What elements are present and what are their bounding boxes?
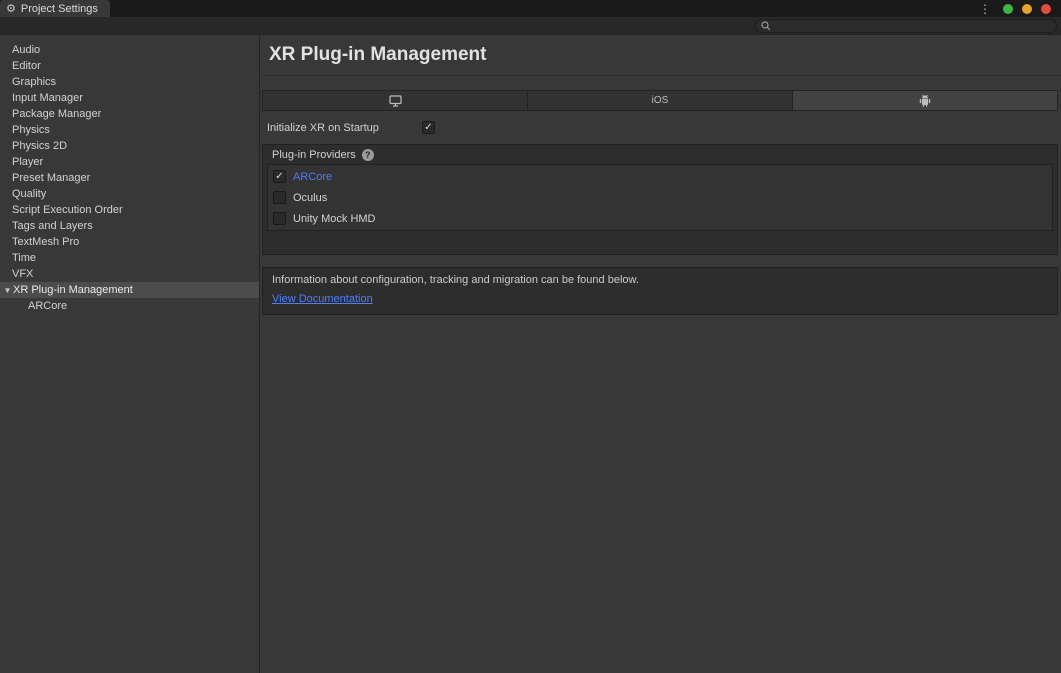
settings-category-list: Audio Editor Graphics Input Manager Pack… [0, 35, 260, 673]
project-settings-window: ⚙ Project Settings ⋮ Audio Editor Graphi… [0, 0, 1061, 673]
initialize-xr-label: Initialize XR on Startup [267, 122, 422, 134]
sidebar-item-graphics[interactable]: Graphics [0, 74, 259, 90]
oculus-checkbox[interactable] [273, 191, 286, 204]
provider-row-oculus[interactable]: Oculus [268, 187, 1052, 208]
sidebar-item-label: XR Plug-in Management [13, 284, 133, 296]
gear-icon: ⚙ [6, 2, 16, 15]
sidebar-item-xr-plug-in-management[interactable]: ▼ XR Plug-in Management [0, 282, 259, 298]
main-header: XR Plug-in Management [260, 35, 1061, 76]
search-icon [761, 21, 771, 31]
window-controls: ⋮ [979, 0, 1061, 17]
page-title: XR Plug-in Management [269, 44, 1061, 66]
sidebar-item-textmesh-pro[interactable]: TextMesh Pro [0, 234, 259, 250]
provider-label-oculus: Oculus [293, 192, 327, 204]
sidebar-item-physics[interactable]: Physics [0, 122, 259, 138]
window-button-yellow[interactable] [1022, 4, 1032, 14]
check-icon: ✓ [424, 123, 432, 133]
sidebar-item-vfx[interactable]: VFX [0, 266, 259, 282]
tab-standalone[interactable] [263, 91, 528, 110]
sidebar-item-preset-manager[interactable]: Preset Manager [0, 170, 259, 186]
platform-tabbar: iOS [262, 90, 1058, 111]
window-title: Project Settings [21, 3, 98, 15]
project-settings-tab[interactable]: ⚙ Project Settings [0, 0, 110, 17]
sidebar-item-player[interactable]: Player [0, 154, 259, 170]
initialize-xr-row: Initialize XR on Startup ✓ [267, 121, 1061, 134]
sidebar-item-script-execution-order[interactable]: Script Execution Order [0, 202, 259, 218]
plug-in-providers-header: Plug-in Providers ? [263, 145, 1057, 164]
sidebar-item-time[interactable]: Time [0, 250, 259, 266]
sidebar-item-package-manager[interactable]: Package Manager [0, 106, 259, 122]
plug-in-providers-box: Plug-in Providers ? ✓ ARCore Oculus [262, 144, 1058, 255]
toolbar [0, 17, 1061, 35]
tab-android[interactable] [793, 91, 1057, 110]
provider-label-arcore: ARCore [293, 171, 332, 183]
window-body: Audio Editor Graphics Input Manager Pack… [0, 35, 1061, 673]
check-icon: ✓ [275, 172, 283, 182]
providers-list: ✓ ARCore Oculus Unity Mock HMD [267, 164, 1053, 231]
unity-mock-hmd-checkbox[interactable] [273, 212, 286, 225]
view-documentation-link[interactable]: View Documentation [272, 293, 373, 305]
window-button-green[interactable] [1003, 4, 1013, 14]
providers-box-spacer [263, 231, 1057, 254]
sidebar-item-editor[interactable]: Editor [0, 58, 259, 74]
provider-row-unity-mock-hmd[interactable]: Unity Mock HMD [268, 208, 1052, 229]
help-icon[interactable]: ? [362, 149, 374, 161]
sidebar-item-tags-and-layers[interactable]: Tags and Layers [0, 218, 259, 234]
provider-row-arcore[interactable]: ✓ ARCore [268, 166, 1052, 187]
tab-ios[interactable]: iOS [528, 91, 793, 110]
provider-label-unity-mock-hmd: Unity Mock HMD [293, 213, 376, 225]
info-text: Information about configuration, trackin… [272, 274, 1048, 286]
main-panel: XR Plug-in Management iOS [260, 35, 1061, 673]
info-box: Information about configuration, trackin… [262, 267, 1058, 315]
sidebar-item-physics-2d[interactable]: Physics 2D [0, 138, 259, 154]
search-box[interactable] [755, 19, 1057, 33]
search-input[interactable] [775, 20, 1051, 32]
initialize-xr-checkbox[interactable]: ✓ [422, 121, 435, 134]
sidebar-item-input-manager[interactable]: Input Manager [0, 90, 259, 106]
sidebar-item-audio[interactable]: Audio [0, 42, 259, 58]
monitor-icon [389, 95, 402, 107]
android-icon [919, 94, 931, 107]
sidebar-item-quality[interactable]: Quality [0, 186, 259, 202]
titlebar: ⚙ Project Settings ⋮ [0, 0, 1061, 17]
foldout-open-icon[interactable]: ▼ [2, 286, 13, 295]
more-options-icon[interactable]: ⋮ [979, 2, 991, 16]
plug-in-providers-title: Plug-in Providers [272, 149, 356, 161]
arcore-checkbox[interactable]: ✓ [273, 170, 286, 183]
sidebar-item-arcore[interactable]: ARCore [0, 298, 259, 314]
window-button-red[interactable] [1041, 4, 1051, 14]
